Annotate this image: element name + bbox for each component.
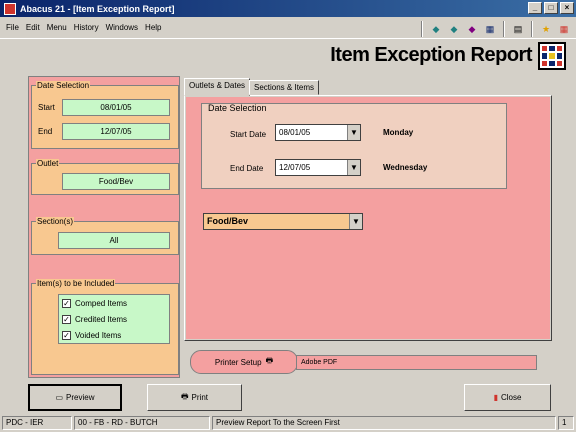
app-icon xyxy=(4,2,16,15)
gem-icon[interactable]: ◆ xyxy=(464,21,480,37)
arrow-left-icon[interactable]: ◆ xyxy=(428,21,444,37)
date-selection-heading: Date Selection xyxy=(208,103,267,113)
close-button[interactable]: ▮ Close xyxy=(464,384,551,411)
items-included-group: Item(s) to be Included ✓ Comped Items ✓ Cr… xyxy=(31,279,179,375)
outlet-display: Food/Bev xyxy=(62,173,170,190)
menu-windows[interactable]: Windows xyxy=(106,23,138,32)
tab-outlets-dates[interactable]: Outlets & Dates xyxy=(184,78,251,96)
credited-items-option[interactable]: ✓ Credited Items xyxy=(59,311,169,327)
end-date-display: 12/07/05 xyxy=(62,123,170,140)
items-checklist: ✓ Comped Items ✓ Credited Items ✓ Voided It… xyxy=(58,294,170,344)
calculator-icon[interactable]: ▤ xyxy=(510,21,526,37)
status-program: PDC - IER xyxy=(2,416,72,430)
preview-button[interactable]: ▭ Preview xyxy=(28,384,122,411)
report-title: Item Exception Report xyxy=(330,44,532,66)
menu-history[interactable]: History xyxy=(74,23,99,32)
sections-group: Section(s) All xyxy=(31,217,179,255)
chevron-down-icon[interactable]: ▼ xyxy=(349,214,362,229)
printer-name-field: Adobe PDF xyxy=(296,355,537,370)
start-date-display: 08/01/05 xyxy=(62,99,170,116)
comped-items-option[interactable]: ✓ Comped Items xyxy=(59,295,169,311)
outlet-label: Outlet xyxy=(36,159,60,168)
printer-icon: 🖶 xyxy=(180,391,189,401)
outlet-dropdown[interactable]: Food/Bev ▼ xyxy=(203,213,363,230)
date-selection-group: Date Selection Start 08/01/05 End 12/07/… xyxy=(31,81,179,149)
preview-icon: ▭ xyxy=(55,393,64,402)
sections-label: Section(s) xyxy=(36,217,75,226)
app-grid-icon[interactable]: ▦ xyxy=(556,21,572,37)
printer-setup-button[interactable]: Printer Setup 🖶 xyxy=(190,350,298,374)
grid-icon[interactable]: ▦ xyxy=(482,21,498,37)
chevron-down-icon[interactable]: ▼ xyxy=(347,160,360,175)
items-included-label: Item(s) to be Included xyxy=(36,279,116,288)
sections-display: All xyxy=(58,232,170,249)
comped-checkbox[interactable]: ✓ xyxy=(62,298,71,308)
end-day-label: Wednesday xyxy=(383,163,428,172)
maximize-button[interactable]: □ xyxy=(544,2,558,14)
status-message: Preview Report To the Screen First xyxy=(212,416,556,430)
start-label: Start xyxy=(38,103,55,112)
start-day-label: Monday xyxy=(383,128,414,137)
end-date-dropdown[interactable]: 12/07/05 ▼ xyxy=(275,159,361,176)
report-logo-icon xyxy=(538,42,566,70)
chevron-down-icon[interactable]: ▼ xyxy=(347,125,360,140)
window-title: Abacus 21 - [Item Exception Report] xyxy=(20,3,175,14)
outlet-group: Outlet Food/Bev xyxy=(31,159,179,195)
status-user: 00 - FB - RD - BUTCH xyxy=(74,416,210,430)
start-date-dropdown[interactable]: 08/01/05 ▼ xyxy=(275,124,361,141)
status-page: 1 xyxy=(558,416,574,430)
selection-summary-panel: Date Selection Start 08/01/05 End 12/07/… xyxy=(28,76,180,378)
minimize-button[interactable]: _ xyxy=(528,2,542,14)
printer-icon: 🖶 xyxy=(265,356,274,365)
door-icon: ▮ xyxy=(493,393,498,402)
start-date-label: Start Date xyxy=(230,130,267,139)
title-bar: Abacus 21 - [Item Exception Report] _ □ … xyxy=(0,0,576,17)
voided-items-option[interactable]: ✓ Voided Items xyxy=(59,327,169,343)
exit-icon[interactable]: ★ xyxy=(538,21,554,37)
close-window-button[interactable]: × xyxy=(560,2,574,14)
toolbar: ◆ ◆ ◆ ▦ ▤ ★ ▦ xyxy=(418,19,572,39)
menu-help[interactable]: Help xyxy=(145,23,161,32)
tab-sections-items[interactable]: Sections & Items xyxy=(249,80,320,95)
credited-checkbox[interactable]: ✓ xyxy=(62,314,71,324)
date-selection-box: Date Selection Start Date End Date xyxy=(201,103,507,189)
arrow-right-icon[interactable]: ◆ xyxy=(446,21,462,37)
print-button[interactable]: 🖶 Print xyxy=(147,384,242,411)
menu-menu[interactable]: Menu xyxy=(47,23,67,32)
end-date-label: End Date xyxy=(230,164,264,173)
end-label: End xyxy=(38,127,53,136)
voided-checkbox[interactable]: ✓ xyxy=(62,330,71,340)
menu-edit[interactable]: Edit xyxy=(26,23,40,32)
menu-file[interactable]: File xyxy=(6,23,19,32)
status-bar: PDC - IER 00 - FB - RD - BUTCH Preview R… xyxy=(0,414,576,432)
date-selection-label: Date Selection xyxy=(36,81,91,90)
